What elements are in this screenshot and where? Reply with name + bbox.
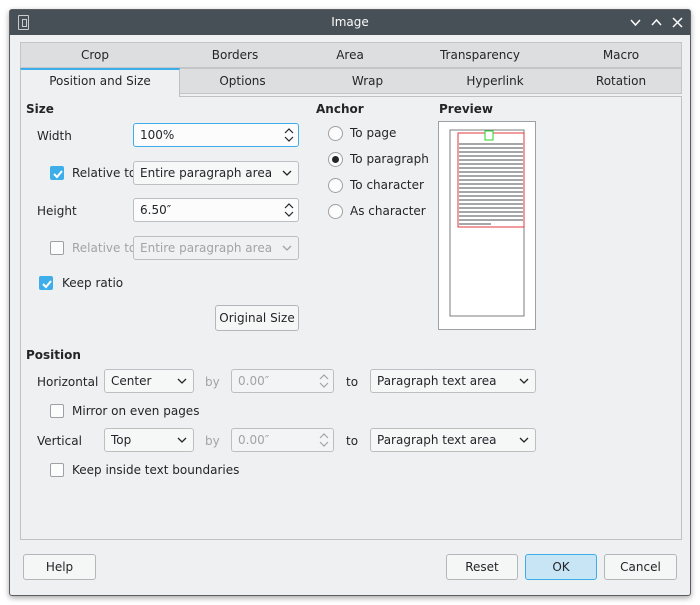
reset-button[interactable]: Reset bbox=[446, 554, 518, 580]
preview-heading: Preview bbox=[439, 102, 494, 116]
chevron-up-icon[interactable] bbox=[648, 14, 665, 31]
tab-rotation[interactable]: Rotation bbox=[560, 68, 682, 94]
relative-width-value: Entire paragraph area bbox=[140, 166, 273, 180]
anchor-to-page-label: To page bbox=[350, 126, 397, 140]
anchor-to-page-radio[interactable] bbox=[328, 126, 343, 141]
vertical-value: Top bbox=[111, 433, 132, 447]
mirror-even-pages-label: Mirror on even pages bbox=[72, 404, 200, 418]
anchor-to-paragraph-label: To paragraph bbox=[350, 152, 429, 166]
chevron-down-icon bbox=[177, 437, 187, 443]
width-label: Width bbox=[37, 129, 72, 143]
tab-transparency[interactable]: Transparency bbox=[400, 42, 560, 68]
tab-row-1: Crop Borders Area Transparency Macro bbox=[20, 42, 682, 68]
tab-crop[interactable]: Crop bbox=[20, 42, 170, 68]
spin-arrows-icon[interactable] bbox=[283, 201, 295, 219]
horizontal-select[interactable]: Center bbox=[104, 369, 194, 393]
anchor-as-character-radio[interactable] bbox=[328, 204, 343, 219]
tab-position-and-size[interactable]: Position and Size bbox=[20, 68, 180, 97]
vertical-by-label: by bbox=[205, 434, 220, 448]
horizontal-value: Center bbox=[111, 374, 152, 388]
width-spinbox[interactable]: 100% bbox=[133, 123, 299, 147]
horizontal-to-label: to bbox=[346, 375, 359, 389]
chevron-down-icon bbox=[282, 170, 292, 176]
chevron-down-icon bbox=[282, 245, 292, 251]
anchor-heading: Anchor bbox=[316, 102, 364, 116]
size-heading: Size bbox=[26, 102, 54, 116]
tab-wrap[interactable]: Wrap bbox=[305, 68, 430, 94]
relative-width-label: Relative to bbox=[72, 166, 137, 180]
vertical-by-spinbox[interactable]: 0.00″ bbox=[231, 428, 334, 452]
vertical-to-value: Paragraph text area bbox=[377, 433, 497, 447]
chevron-down-icon bbox=[519, 437, 529, 443]
relative-height-checkbox[interactable] bbox=[50, 241, 64, 255]
window-title: Image bbox=[331, 15, 369, 29]
preview-area bbox=[438, 121, 536, 330]
spin-arrows-icon[interactable] bbox=[318, 372, 330, 390]
anchor-to-character-label: To character bbox=[350, 178, 424, 192]
horizontal-to-select[interactable]: Paragraph text area bbox=[370, 369, 536, 393]
ok-button[interactable]: OK bbox=[525, 554, 597, 580]
relative-height-label: Relative to bbox=[72, 241, 137, 255]
image-dialog: Image Crop Borders Area Transparency Mac… bbox=[9, 9, 691, 596]
height-label: Height bbox=[37, 204, 77, 218]
width-value: 100% bbox=[140, 128, 175, 142]
vertical-to-label: to bbox=[346, 434, 359, 448]
vertical-select[interactable]: Top bbox=[104, 428, 194, 452]
tab-hyperlink[interactable]: Hyperlink bbox=[430, 68, 560, 94]
titlebar[interactable]: Image bbox=[10, 10, 690, 35]
close-icon[interactable] bbox=[669, 14, 686, 31]
spin-arrows-icon[interactable] bbox=[283, 126, 295, 144]
tab-row-2: Position and Size Options Wrap Hyperlink… bbox=[20, 68, 682, 97]
tab-macro[interactable]: Macro bbox=[560, 42, 682, 68]
vertical-by-value: 0.00″ bbox=[238, 433, 270, 447]
spin-arrows-icon[interactable] bbox=[318, 431, 330, 449]
tab-borders[interactable]: Borders bbox=[170, 42, 300, 68]
tab-area[interactable]: Area bbox=[300, 42, 400, 68]
keep-ratio-label: Keep ratio bbox=[62, 276, 124, 290]
chevron-down-icon bbox=[177, 378, 187, 384]
position-heading: Position bbox=[26, 348, 81, 362]
anchor-to-character-radio[interactable] bbox=[328, 178, 343, 193]
mirror-even-pages-checkbox[interactable] bbox=[50, 404, 64, 418]
preview-page-graphic bbox=[449, 129, 525, 317]
anchor-as-character-label: As character bbox=[350, 204, 426, 218]
relative-height-value: Entire paragraph area bbox=[140, 241, 273, 255]
height-spinbox[interactable]: 6.50″ bbox=[133, 198, 299, 222]
keep-inside-boundaries-checkbox[interactable] bbox=[50, 463, 64, 477]
relative-width-checkbox[interactable] bbox=[50, 166, 64, 180]
original-size-button[interactable]: Original Size bbox=[215, 305, 299, 331]
keep-inside-boundaries-label: Keep inside text boundaries bbox=[72, 463, 240, 477]
horizontal-to-value: Paragraph text area bbox=[377, 374, 497, 388]
relative-width-select[interactable]: Entire paragraph area bbox=[133, 161, 299, 185]
vertical-label: Vertical bbox=[37, 434, 82, 448]
horizontal-by-value: 0.00″ bbox=[238, 374, 270, 388]
horizontal-label: Horizontal bbox=[37, 375, 99, 389]
height-value: 6.50″ bbox=[140, 203, 172, 217]
horizontal-by-spinbox[interactable]: 0.00″ bbox=[231, 369, 334, 393]
cancel-button[interactable]: Cancel bbox=[604, 554, 677, 580]
vertical-to-select[interactable]: Paragraph text area bbox=[370, 428, 536, 452]
help-button[interactable]: Help bbox=[23, 554, 96, 580]
anchor-to-paragraph-radio[interactable] bbox=[328, 152, 343, 167]
tab-options[interactable]: Options bbox=[180, 68, 305, 94]
keep-ratio-checkbox[interactable] bbox=[39, 276, 53, 290]
relative-height-select[interactable]: Entire paragraph area bbox=[133, 236, 299, 260]
chevron-down-icon bbox=[519, 378, 529, 384]
position-size-panel: Size Width 100% Relative to Entire parag… bbox=[20, 96, 682, 540]
chevron-down-icon[interactable] bbox=[627, 14, 644, 31]
horizontal-by-label: by bbox=[205, 375, 220, 389]
